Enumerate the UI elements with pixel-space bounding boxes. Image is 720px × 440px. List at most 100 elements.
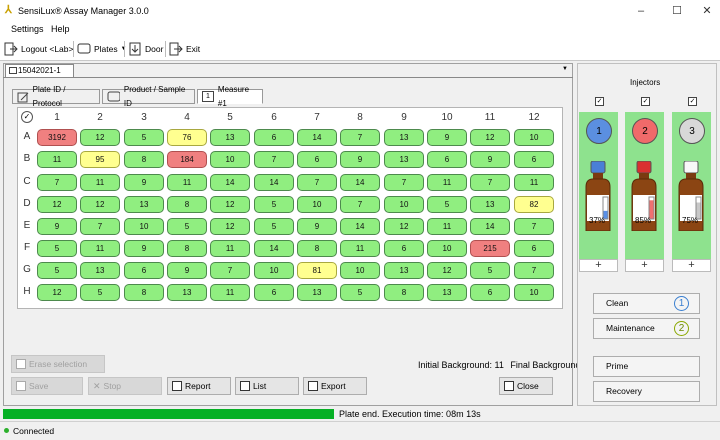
plate-well[interactable]: 13 bbox=[384, 129, 424, 146]
column-header[interactable]: 3 bbox=[125, 112, 163, 123]
plate-well[interactable]: 11 bbox=[37, 151, 77, 168]
plate-well[interactable]: 7 bbox=[297, 174, 337, 191]
plate-well[interactable]: 8 bbox=[167, 196, 207, 213]
row-header[interactable]: G bbox=[21, 264, 33, 275]
plate-well[interactable]: 8 bbox=[167, 240, 207, 257]
plate-well[interactable]: 12 bbox=[427, 262, 467, 279]
plate-well[interactable]: 6 bbox=[297, 151, 337, 168]
column-header[interactable]: 10 bbox=[428, 112, 466, 123]
plate-well[interactable]: 13 bbox=[80, 262, 120, 279]
plate-well[interactable]: 7 bbox=[210, 262, 250, 279]
select-all-icon[interactable]: ✓ bbox=[21, 111, 33, 123]
plate-well[interactable]: 7 bbox=[514, 262, 554, 279]
column-header[interactable]: 9 bbox=[385, 112, 423, 123]
report-button[interactable]: Report bbox=[167, 377, 231, 395]
plate-well[interactable]: 14 bbox=[340, 174, 380, 191]
column-header[interactable]: 11 bbox=[471, 112, 509, 123]
plate-well[interactable]: 215 bbox=[470, 240, 510, 257]
plate-well[interactable]: 7 bbox=[514, 218, 554, 235]
plate-well[interactable]: 10 bbox=[124, 218, 164, 235]
menu-help[interactable]: Help bbox=[51, 24, 70, 34]
row-header[interactable]: B bbox=[21, 153, 33, 164]
plate-well[interactable]: 6 bbox=[470, 284, 510, 301]
plate-well[interactable]: 11 bbox=[514, 174, 554, 191]
plate-well[interactable]: 14 bbox=[254, 174, 294, 191]
plate-well[interactable]: 14 bbox=[254, 240, 294, 257]
exit-button[interactable]: Exit bbox=[169, 40, 200, 58]
plate-well[interactable]: 12 bbox=[210, 196, 250, 213]
plate-well[interactable]: 13 bbox=[427, 284, 467, 301]
plate-well[interactable]: 6 bbox=[254, 284, 294, 301]
plate-well[interactable]: 5 bbox=[37, 262, 77, 279]
injector-enable-checkbox[interactable]: ✓ bbox=[688, 97, 697, 106]
plate-well[interactable]: 6 bbox=[514, 240, 554, 257]
menu-settings[interactable]: Settings bbox=[11, 24, 44, 34]
column-header[interactable]: 8 bbox=[341, 112, 379, 123]
plate-well[interactable]: 14 bbox=[297, 129, 337, 146]
door-button[interactable]: Door bbox=[128, 40, 163, 58]
plate-well[interactable]: 10 bbox=[297, 196, 337, 213]
plate-well[interactable]: 9 bbox=[124, 174, 164, 191]
plate-well[interactable]: 9 bbox=[427, 129, 467, 146]
plate-well[interactable]: 12 bbox=[37, 284, 77, 301]
plate-well[interactable]: 184 bbox=[167, 151, 207, 168]
document-tab[interactable]: 15042021-1 bbox=[5, 64, 74, 77]
plate-well[interactable]: 8 bbox=[384, 284, 424, 301]
plate-well[interactable]: 13 bbox=[297, 284, 337, 301]
plate-well[interactable]: 10 bbox=[340, 262, 380, 279]
plate-well[interactable]: 12 bbox=[384, 218, 424, 235]
column-header[interactable]: 4 bbox=[168, 112, 206, 123]
plate-well[interactable]: 3192 bbox=[37, 129, 77, 146]
add-reagent-button[interactable]: + bbox=[625, 259, 664, 272]
add-reagent-button[interactable]: + bbox=[579, 259, 618, 272]
logout-button[interactable]: Logout <Lab> bbox=[4, 40, 73, 58]
plate-well[interactable]: 9 bbox=[340, 151, 380, 168]
plates-dropdown[interactable]: Plates ▼ bbox=[77, 40, 127, 58]
maximize-icon[interactable]: ☐ bbox=[667, 3, 687, 19]
stop-button[interactable]: ✕ Stop bbox=[88, 377, 162, 395]
injector-enable-checkbox[interactable]: ✓ bbox=[641, 97, 650, 106]
plate-well[interactable]: 13 bbox=[124, 196, 164, 213]
plate-well[interactable]: 82 bbox=[514, 196, 554, 213]
plate-well[interactable]: 7 bbox=[470, 174, 510, 191]
plate-well[interactable]: 11 bbox=[340, 240, 380, 257]
add-reagent-button[interactable]: + bbox=[672, 259, 711, 272]
plate-well[interactable]: 10 bbox=[514, 284, 554, 301]
plate-well[interactable]: 12 bbox=[210, 218, 250, 235]
plate-well[interactable]: 6 bbox=[254, 129, 294, 146]
plate-well[interactable]: 5 bbox=[254, 196, 294, 213]
plate-well[interactable]: 9 bbox=[167, 262, 207, 279]
column-header[interactable]: 7 bbox=[298, 112, 336, 123]
plate-well[interactable]: 13 bbox=[384, 262, 424, 279]
plate-well[interactable]: 9 bbox=[297, 218, 337, 235]
plate-well[interactable]: 6 bbox=[124, 262, 164, 279]
plate-well[interactable]: 13 bbox=[470, 196, 510, 213]
plate-well[interactable]: 81 bbox=[297, 262, 337, 279]
plate-well[interactable]: 11 bbox=[167, 174, 207, 191]
close-icon[interactable]: ✕ bbox=[697, 3, 717, 19]
plate-well[interactable]: 13 bbox=[210, 129, 250, 146]
plate-well[interactable]: 7 bbox=[340, 129, 380, 146]
plate-well[interactable]: 6 bbox=[427, 151, 467, 168]
maintenance-button[interactable]: Maintenance 2 bbox=[593, 318, 700, 339]
plate-well[interactable]: 9 bbox=[124, 240, 164, 257]
column-header[interactable]: 12 bbox=[515, 112, 553, 123]
plate-well[interactable]: 11 bbox=[427, 174, 467, 191]
plate-well[interactable]: 10 bbox=[210, 151, 250, 168]
plate-well[interactable]: 11 bbox=[210, 240, 250, 257]
plate-well[interactable]: 13 bbox=[167, 284, 207, 301]
plate-well[interactable]: 8 bbox=[297, 240, 337, 257]
column-header[interactable]: 6 bbox=[255, 112, 293, 123]
tab-measure[interactable]: 1 Measure #1 bbox=[197, 85, 263, 108]
list-button[interactable]: List bbox=[235, 377, 299, 395]
plate-well[interactable]: 11 bbox=[427, 218, 467, 235]
plate-well[interactable]: 10 bbox=[427, 240, 467, 257]
plate-well[interactable]: 8 bbox=[124, 151, 164, 168]
tab-product[interactable]: Product / Sample ID bbox=[102, 85, 195, 108]
tab-plate-id[interactable]: Plate ID / Protocol bbox=[12, 85, 100, 108]
plate-well[interactable]: 12 bbox=[470, 129, 510, 146]
plate-well[interactable]: 14 bbox=[470, 218, 510, 235]
plate-well[interactable]: 9 bbox=[470, 151, 510, 168]
plate-well[interactable]: 12 bbox=[80, 196, 120, 213]
plate-well[interactable]: 11 bbox=[80, 240, 120, 257]
